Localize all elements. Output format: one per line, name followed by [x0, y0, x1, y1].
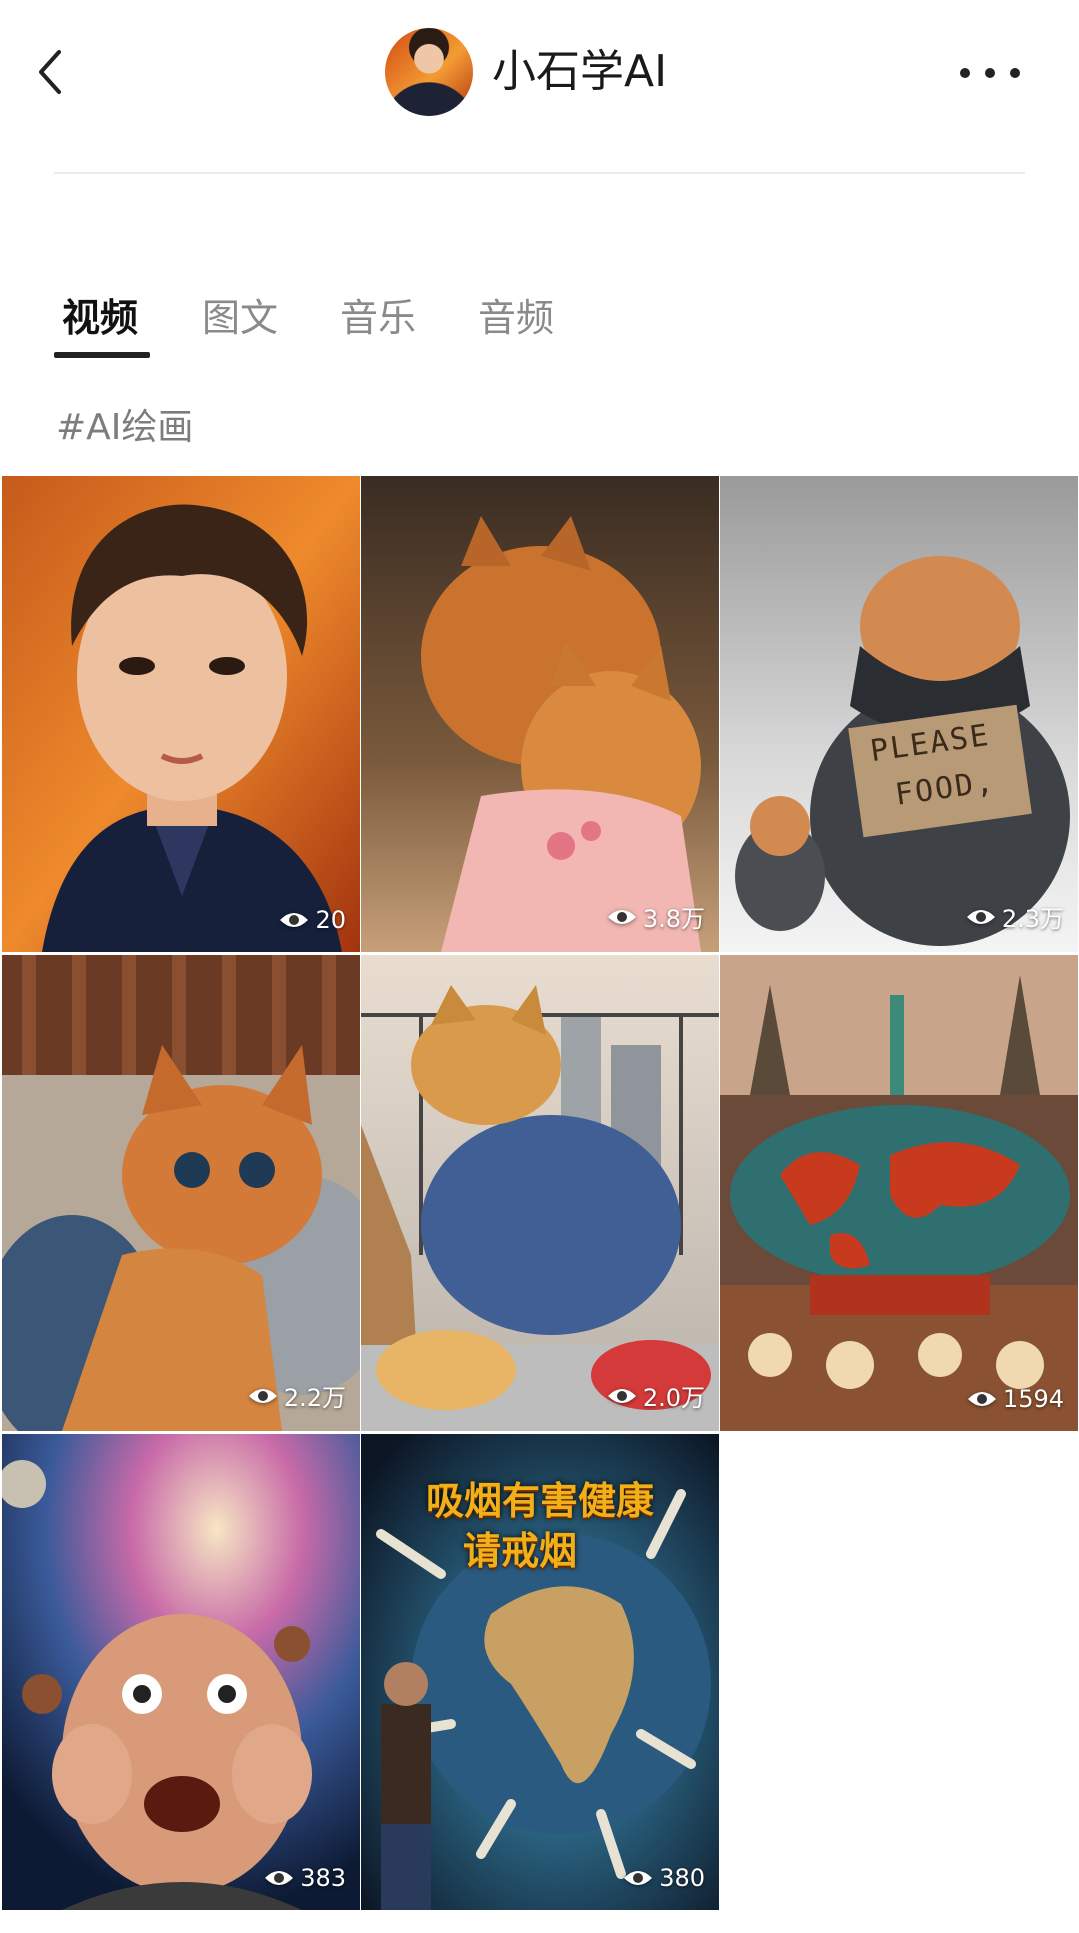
eye-icon: [265, 1871, 294, 1885]
video-thumbnail[interactable]: 3.8万: [361, 476, 719, 952]
eye-icon: [967, 1392, 996, 1406]
view-count-text: 2.2万: [283, 1384, 346, 1412]
view-count-text: 2.0万: [642, 1384, 705, 1412]
view-count: 20: [279, 906, 346, 934]
eye-icon: [280, 913, 309, 927]
thumbnail-image: [720, 476, 1078, 952]
more-button[interactable]: [960, 58, 1020, 88]
thumbnail-image: [361, 476, 719, 952]
thumbnail-caption: 请戒烟: [462, 1529, 577, 1573]
page-title: 小石学AI: [492, 46, 668, 97]
view-count: 2.0万: [607, 1378, 705, 1413]
view-count-text: 3.8万: [642, 905, 705, 933]
avatar[interactable]: [385, 28, 473, 116]
chevron-left-icon: [39, 50, 61, 94]
view-count: 383: [264, 1864, 346, 1892]
active-tab-indicator: [54, 352, 150, 358]
video-thumbnail[interactable]: 383: [2, 1434, 360, 1910]
thumbnail-image: [361, 955, 719, 1431]
view-count-text: 1594: [1002, 1385, 1064, 1413]
tab-image-text[interactable]: 图文: [202, 290, 278, 346]
tab-video[interactable]: 视频: [62, 290, 138, 346]
eye-icon: [607, 1388, 636, 1403]
eye-icon: [966, 909, 995, 924]
thumbnail-image: [2, 1434, 360, 1910]
view-count: 380: [623, 1864, 705, 1892]
tab-audio[interactable]: 音频: [478, 290, 554, 346]
view-count-text: 20: [315, 906, 346, 934]
thumbnail-image: [720, 955, 1078, 1431]
eye-icon: [607, 909, 636, 924]
back-button[interactable]: [30, 42, 70, 102]
video-thumbnail[interactable]: 吸烟有害健康 请戒烟 380: [361, 1434, 719, 1910]
tab-music[interactable]: 音乐: [340, 290, 416, 346]
dot: [985, 68, 995, 78]
view-count-text: 380: [659, 1864, 705, 1892]
dot: [960, 68, 970, 78]
divider: [54, 172, 1025, 174]
view-count: 2.3万: [966, 899, 1064, 934]
video-thumbnail[interactable]: PLEASE FOOD, 2.3万: [720, 476, 1078, 952]
video-thumbnail[interactable]: 2.0万: [361, 955, 719, 1431]
thumbnail-image: [2, 955, 360, 1431]
hashtag-filter[interactable]: #AI绘画: [56, 400, 193, 456]
thumbnail-caption: 吸烟有害健康: [425, 1479, 654, 1523]
view-count: 2.2万: [248, 1378, 346, 1413]
thumbnail-image: [2, 476, 360, 952]
video-thumbnail[interactable]: 1594: [720, 955, 1078, 1431]
eye-icon: [248, 1388, 277, 1403]
view-count-text: 383: [300, 1864, 346, 1892]
video-thumbnail[interactable]: 2.2万: [2, 955, 360, 1431]
view-count: 3.8万: [607, 899, 705, 934]
dot: [1010, 68, 1020, 78]
view-count: 1594: [967, 1385, 1064, 1413]
view-count-text: 2.3万: [1001, 905, 1064, 933]
video-thumbnail[interactable]: 20: [2, 476, 360, 952]
eye-icon: [624, 1871, 653, 1885]
